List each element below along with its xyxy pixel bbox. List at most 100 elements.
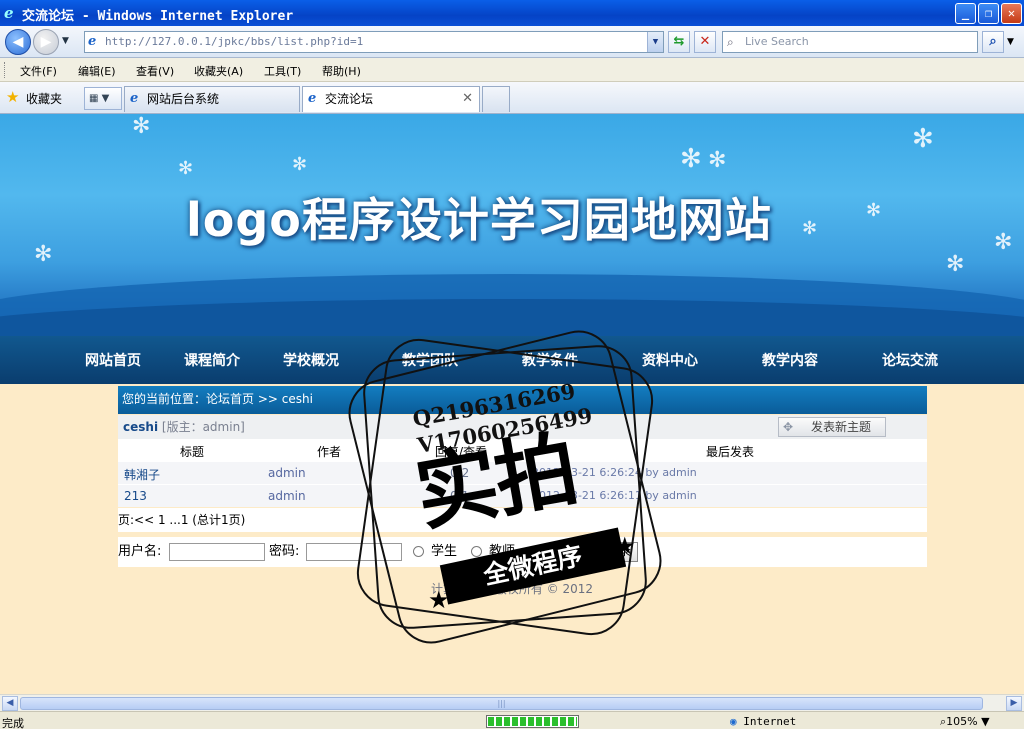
address-input[interactable]: e http://127.0.0.1/jpkc/bbs/list.php?id=…	[84, 31, 664, 53]
role-student-label: 学生	[431, 544, 458, 559]
close-button[interactable]: ✕	[1001, 3, 1022, 24]
dandelion-icon: ✻	[802, 218, 818, 239]
back-button[interactable]: ◀	[5, 29, 31, 55]
window-title-bar[interactable]: e 交流论坛 - Windows Internet Explorer _ ❐ ✕	[0, 0, 1024, 26]
site-banner: ✻ ✻ ✻ ✻ ✻ ✻ ✻ ✻ ✻ ✻ ✻ logo程序设计学习园地网站 网站首…	[0, 114, 1024, 384]
nav-teaching-content[interactable]: 教学内容	[762, 350, 818, 370]
nav-teaching-team[interactable]: 教学团队	[402, 350, 458, 370]
zoom-level[interactable]: ⌕105% ▼	[940, 715, 990, 729]
address-dropdown-icon[interactable]: ▼	[647, 32, 663, 52]
new-tab-button[interactable]	[482, 86, 510, 112]
header-last-post: 最后发表	[706, 445, 755, 459]
nav-resource-center[interactable]: 资料中心	[642, 350, 698, 370]
menu-help[interactable]: 帮助(H)	[322, 63, 361, 79]
search-input[interactable]: ⌕ Live Search	[722, 31, 978, 53]
scroll-right-icon[interactable]: ▶	[1006, 696, 1022, 711]
horizontal-scrollbar[interactable]: ◀ ||| ▶	[0, 694, 1024, 711]
header-author: 作者	[317, 445, 342, 459]
role-admin-radio[interactable]	[529, 546, 540, 557]
username-input[interactable]	[169, 543, 265, 561]
loading-progress	[486, 715, 579, 728]
ie-icon: e	[4, 4, 14, 22]
forward-arrow-icon: ▶	[40, 34, 52, 50]
dandelion-icon: ✻	[132, 114, 151, 139]
topic-title-link[interactable]: 213	[124, 489, 147, 503]
new-topic-icon: ✥	[783, 420, 794, 434]
stop-icon: ✕	[699, 34, 711, 49]
table-row: 213 admin 0/1 2012-03-21 6:26:11 by admi…	[118, 484, 927, 507]
nav-course-intro[interactable]: 课程简介	[184, 350, 240, 370]
breadcrumb: 您的当前位置：论坛首页 >> ceshi	[118, 386, 927, 414]
quick-tabs-icon: ▦ ▼	[89, 93, 110, 104]
search-placeholder: Live Search	[745, 35, 809, 48]
address-url: http://127.0.0.1/jpkc/bbs/list.php?id=1	[105, 35, 364, 48]
topic-title-link[interactable]: 韩湘子	[124, 466, 160, 483]
tab-label: 交流论坛	[325, 92, 374, 106]
forum-moderator: [版主：admin]	[161, 420, 245, 434]
role-teacher-label: 教师	[489, 544, 516, 559]
password-input[interactable]	[306, 543, 402, 561]
site-logo: logo程序设计学习园地网站	[186, 193, 772, 247]
forum-header: ceshi [版主：admin] ✥ 发表新主题	[118, 415, 927, 439]
new-topic-button[interactable]: ✥ 发表新主题	[778, 417, 886, 437]
header-replies: 回复/查看	[435, 445, 488, 459]
dandelion-icon: ✻	[912, 124, 934, 154]
scroll-thumb[interactable]: |||	[20, 697, 983, 710]
menu-file[interactable]: 文件(F)	[20, 63, 57, 79]
topic-table: 标题 作者 回复/查看 最后发表 韩湘子 admin 0/2 2012-03-2…	[118, 439, 927, 507]
forum-name[interactable]: ceshi	[123, 420, 158, 434]
nav-school-overview[interactable]: 学校概况	[283, 350, 339, 370]
tab-admin-system[interactable]: e 网站后台系统	[124, 86, 300, 112]
progress-fill	[488, 717, 577, 726]
web-page: ✻ ✻ ✻ ✻ ✻ ✻ ✻ ✻ ✻ ✻ ✻ logo程序设计学习园地网站 网站首…	[0, 114, 1024, 694]
username-label: 用户名:	[118, 544, 162, 559]
topic-last-post: 2012-03-21 6:26:24 by admin	[532, 466, 697, 479]
tab-forum[interactable]: e 交流论坛 ✕	[302, 86, 480, 112]
zoom-value: 105%	[946, 715, 978, 728]
menu-edit[interactable]: 编辑(E)	[78, 63, 116, 79]
restore-button[interactable]: ❐	[978, 3, 999, 24]
toolbar-grip	[4, 62, 7, 78]
nav-teaching-conditions[interactable]: 教学条件	[522, 350, 578, 370]
topic-replies: 0/2	[450, 466, 470, 480]
table-row: 韩湘子 admin 0/2 2012-03-21 6:26:24 by admi…	[118, 461, 927, 484]
favorites-star-icon[interactable]: ★	[6, 88, 19, 106]
search-options-icon[interactable]: ▼	[1007, 37, 1014, 47]
tab-close-icon[interactable]: ✕	[462, 87, 473, 111]
quick-tabs-button[interactable]: ▦ ▼	[84, 87, 122, 110]
search-icon: ⌕	[989, 34, 997, 49]
menu-tools[interactable]: 工具(T)	[264, 63, 301, 79]
status-bar: 完成 ◉ Internet ⌕105% ▼	[0, 711, 1024, 730]
search-button[interactable]: ⌕	[982, 31, 1004, 53]
topic-author-link[interactable]: admin	[268, 466, 306, 480]
dandelion-icon: ✻	[946, 252, 965, 277]
dandelion-icon: ✻	[178, 158, 194, 179]
history-dropdown-icon[interactable]: ▼	[62, 36, 69, 46]
favorites-label[interactable]: 收藏夹	[26, 90, 62, 107]
tab-label: 网站后台系统	[147, 92, 220, 106]
login-button[interactable]: 登 录	[594, 542, 638, 562]
dandelion-icon: ✻	[292, 154, 308, 175]
topic-author-link[interactable]: admin	[268, 489, 306, 503]
scroll-left-icon[interactable]: ◀	[2, 696, 18, 711]
nav-forum[interactable]: 论坛交流	[882, 350, 938, 370]
dandelion-icon: ✻	[708, 148, 727, 173]
refresh-icon: ⇆	[673, 34, 685, 49]
nav-home[interactable]: 网站首页	[85, 350, 141, 370]
menu-favorites[interactable]: 收藏夹(A)	[194, 63, 243, 79]
search-glass-icon: ⌕	[727, 35, 734, 49]
dandelion-icon: ✻	[994, 230, 1013, 255]
window-title: 交流论坛 - Windows Internet Explorer	[22, 9, 294, 24]
new-topic-label: 发表新主题	[811, 420, 872, 434]
refresh-button[interactable]: ⇆	[668, 31, 690, 53]
security-zone[interactable]: ◉ Internet	[730, 715, 796, 728]
header-title: 标题	[180, 445, 205, 459]
role-teacher-radio[interactable]	[471, 546, 482, 557]
stop-button[interactable]: ✕	[694, 31, 716, 53]
pagination[interactable]: 页:<< 1 ...1 (总计1页)	[118, 508, 927, 532]
minimize-button[interactable]: _	[955, 3, 976, 24]
role-student-radio[interactable]	[413, 546, 424, 557]
menu-view[interactable]: 查看(V)	[136, 63, 174, 79]
topic-table-header: 标题 作者 回复/查看 最后发表	[118, 439, 927, 461]
forward-button[interactable]: ▶	[33, 29, 59, 55]
